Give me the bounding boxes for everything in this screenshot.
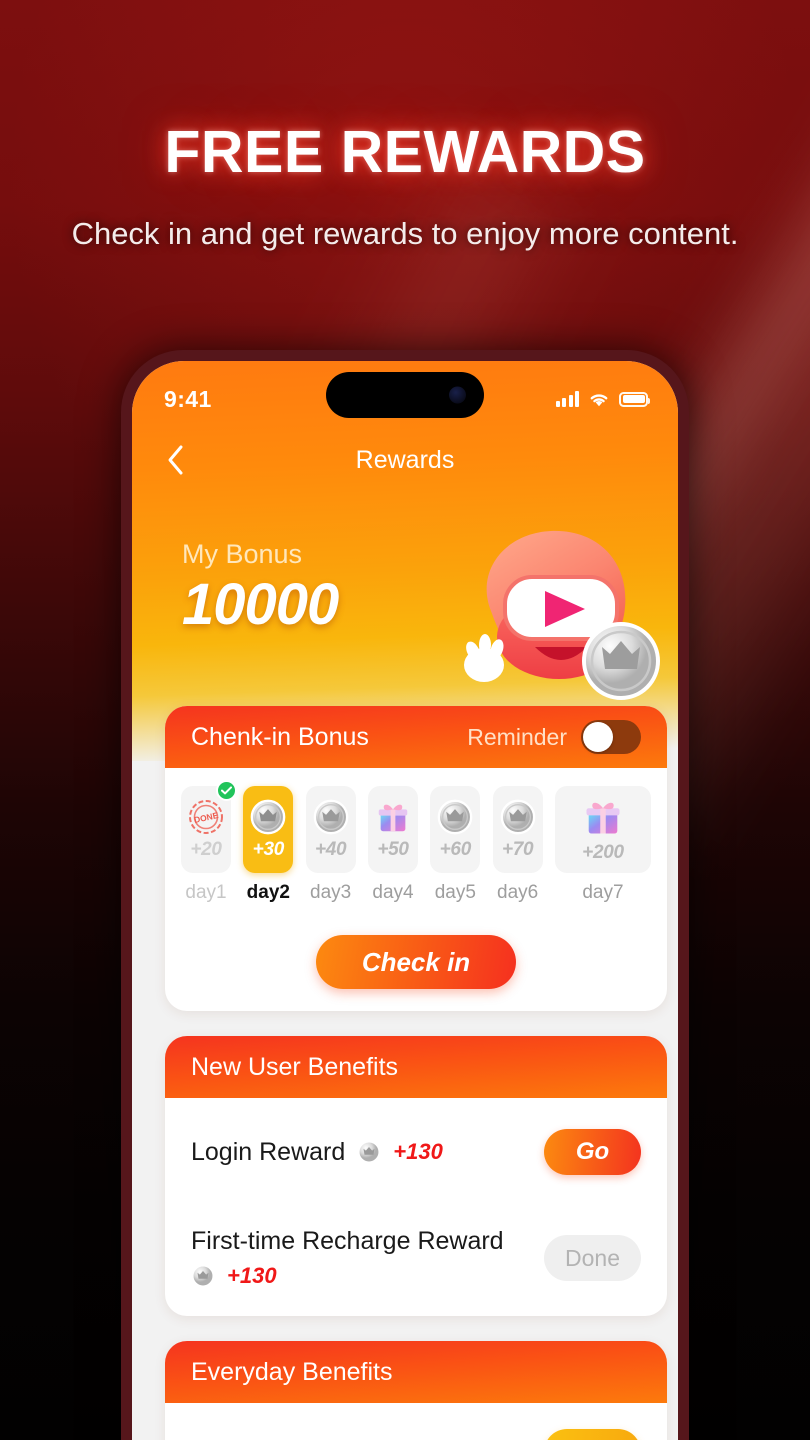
play-button-mascot-icon xyxy=(453,519,668,709)
cellular-bars-icon xyxy=(555,391,579,407)
check-in-button[interactable]: Check in xyxy=(316,935,516,989)
benefit-title: First-time Recharge Reward xyxy=(191,1227,504,1255)
checkin-day-2[interactable]: +30 day2 xyxy=(243,786,294,904)
gift-box-icon xyxy=(586,802,620,834)
gift-box-icon xyxy=(378,804,408,832)
day-tile: +70 xyxy=(492,786,543,873)
day-tile: +60 xyxy=(430,786,481,873)
bonus-block: My Bonus 10000 xyxy=(182,539,339,637)
benefit-title: Login Reward xyxy=(191,1137,346,1166)
crown-coin-icon xyxy=(500,799,535,835)
day-label: day3 xyxy=(310,882,352,903)
status-time: 9:41 xyxy=(164,385,212,412)
checkmark-icon xyxy=(216,780,237,801)
back-button[interactable] xyxy=(158,443,192,477)
checkin-card-title: Chenk-in Bonus xyxy=(191,722,369,751)
reminder-toggle[interactable] xyxy=(581,720,641,754)
day-amount: +30 xyxy=(252,839,285,860)
bonus-value: 10000 xyxy=(182,572,339,637)
checkin-day-1[interactable]: DONE +20 day1 xyxy=(181,780,237,904)
checkin-day-3[interactable]: +40 day3 xyxy=(305,786,356,904)
status-bar: 9:41 xyxy=(132,361,678,423)
crown-coin-icon xyxy=(582,622,660,700)
day-label: day7 xyxy=(582,882,624,903)
day-amount: +40 xyxy=(314,839,347,860)
benefit-row: Watching Drama Reward Get xyxy=(165,1403,667,1440)
crown-coin-icon xyxy=(437,799,473,835)
crown-coin-icon xyxy=(250,799,286,835)
checkin-days-row: DONE +20 day1 +30 day2 +40 day3 +50 day4… xyxy=(165,768,667,904)
front-camera-icon xyxy=(449,386,466,404)
phone-screen: 9:41 Rewards My Bonus 10000 Chenk-in Bon… xyxy=(132,361,678,1440)
new-user-benefits-title: New User Benefits xyxy=(191,1052,399,1081)
page-title: Rewards xyxy=(355,445,455,474)
day-tile: +30 xyxy=(243,786,294,873)
mascot-hand xyxy=(464,634,504,682)
day-amount: +50 xyxy=(377,839,409,860)
everyday-benefits-card: Everyday Benefits Watching Drama Reward … xyxy=(165,1341,667,1440)
checkin-day-5[interactable]: +60 day5 xyxy=(430,786,481,904)
crown-coin-icon xyxy=(358,1141,381,1163)
dynamic-island xyxy=(326,372,484,418)
new-user-benefits-card: New User Benefits Login Reward +130 Go F… xyxy=(165,1036,667,1316)
benefit-info: Login Reward +130 xyxy=(191,1138,443,1167)
day-label: day5 xyxy=(434,882,476,903)
day-tile: +200 xyxy=(554,786,651,873)
day-label: day6 xyxy=(497,882,539,903)
day-label: day1 xyxy=(185,882,227,903)
day-label: day4 xyxy=(372,882,414,903)
crown-coin-icon xyxy=(192,1265,214,1287)
phone-mockup: 9:41 Rewards My Bonus 10000 Chenk-in Bon… xyxy=(121,350,689,1440)
bonus-label: My Bonus xyxy=(182,539,303,569)
get-button[interactable]: Get xyxy=(544,1429,641,1440)
everyday-benefits-title: Everyday Benefits xyxy=(191,1357,393,1386)
go-button[interactable]: Go xyxy=(544,1129,641,1175)
crown-coin-icon xyxy=(313,799,348,835)
checkin-day-6[interactable]: +70 day6 xyxy=(492,786,543,904)
checkin-card-header: Chenk-in Bonus Reminder xyxy=(165,706,667,768)
promo-subtitle: Check in and get rewards to enjoy more c… xyxy=(71,216,739,251)
day-label: day2 xyxy=(246,882,290,903)
benefit-info: First-time Recharge Reward +130 xyxy=(191,1227,504,1289)
day-tile: +40 xyxy=(305,786,356,873)
done-button: Done xyxy=(544,1235,641,1281)
new-user-benefits-header: New User Benefits xyxy=(165,1036,667,1098)
status-icons xyxy=(555,391,650,408)
battery-full-icon xyxy=(619,391,650,407)
checkin-day-7[interactable]: +200 day7 xyxy=(554,786,651,904)
promo-title: FREE REWARDS xyxy=(164,119,646,185)
day-amount: +60 xyxy=(439,839,472,860)
checkin-day-4[interactable]: +50 day4 xyxy=(367,786,418,904)
day-amount: +20 xyxy=(190,839,222,860)
chevron-left-icon xyxy=(168,445,183,475)
benefit-row: Login Reward +130 Go xyxy=(165,1098,667,1206)
day-amount: +200 xyxy=(582,842,624,863)
app-navbar: Rewards xyxy=(132,431,678,489)
done-stamp-icon: DONE xyxy=(189,800,223,834)
wifi-icon xyxy=(590,393,608,406)
everyday-benefits-header: Everyday Benefits xyxy=(165,1341,667,1403)
reminder-label: Reminder xyxy=(467,723,567,750)
benefit-row: First-time Recharge Reward +130 Done xyxy=(165,1206,667,1310)
checkin-card: Chenk-in Bonus Reminder DONE +20 day1 +3… xyxy=(165,706,667,1011)
benefit-amount: +130 xyxy=(393,1139,443,1164)
day-amount: +70 xyxy=(501,839,534,860)
reminder-control[interactable]: Reminder xyxy=(467,720,641,754)
benefit-amount: +130 xyxy=(227,1263,277,1288)
day-tile: DONE +20 xyxy=(181,780,237,873)
day-tile: +50 xyxy=(367,786,418,873)
